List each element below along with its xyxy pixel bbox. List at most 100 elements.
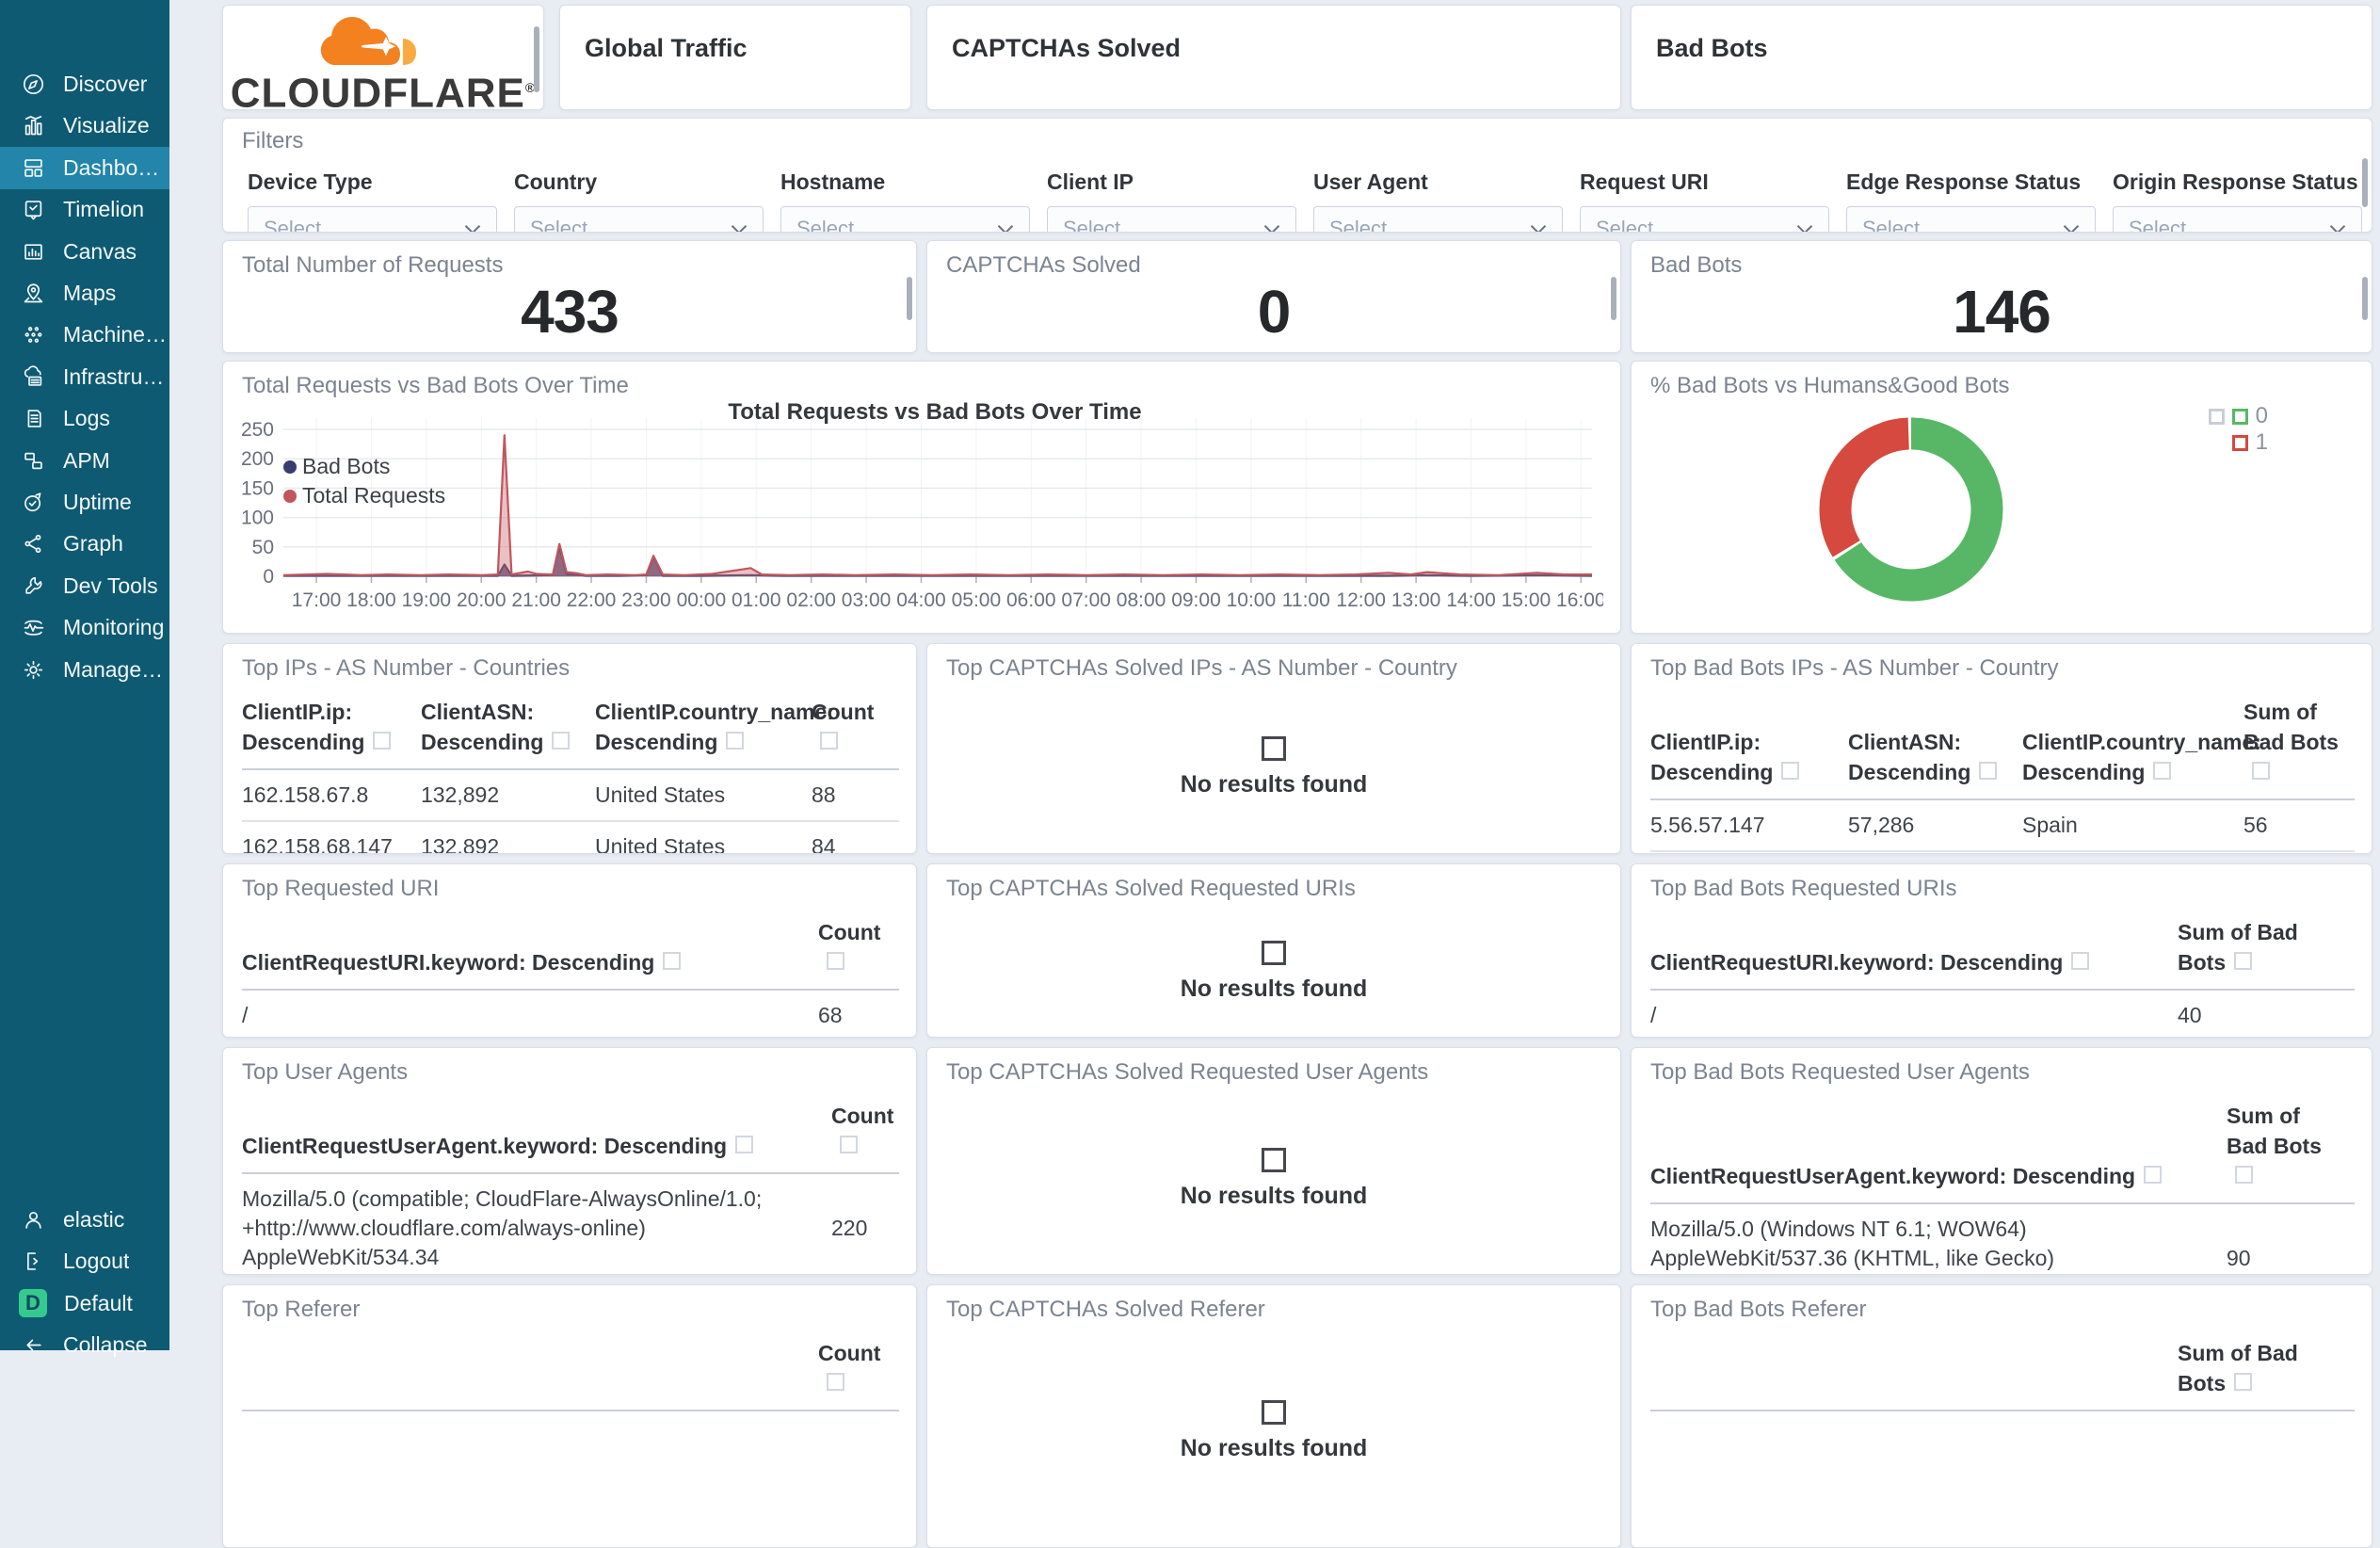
sidebar-item-dev-tools[interactable]: Dev Tools (0, 565, 169, 607)
logs-icon (27, 410, 41, 427)
column-header[interactable] (242, 1330, 818, 1411)
scrollbar-thumb[interactable] (1611, 277, 1616, 320)
svg-text:21:00: 21:00 (511, 589, 561, 611)
column-header[interactable]: Count (818, 1330, 899, 1411)
select-placeholder: Select... (264, 217, 339, 233)
sort-icon (1781, 762, 1800, 780)
column-header[interactable]: ClientRequestUserAgent.keyword: Descendi… (1650, 1093, 2227, 1204)
sort-icon (820, 732, 838, 750)
table-panel-ua-right: Top Bad Bots Requested User Agents Client… (1631, 1047, 2372, 1275)
filter-select-device-type[interactable]: Select... (248, 206, 497, 233)
legend-label: Bad Bots (302, 454, 391, 478)
filters-panel: Filters Device Type Select... Country Selec… (222, 118, 2372, 233)
sidebar-item-timelion[interactable]: Timelion (0, 188, 169, 231)
table-panel-uri-right: Top Bad Bots Requested URIs ClientRequest… (1631, 863, 2372, 1038)
filter-select-origin-response-status[interactable]: Select... (2113, 206, 2362, 232)
table-area: ClientRequestUserAgent.keyword: Descendi… (242, 1093, 899, 1274)
scrollbar-thumb[interactable] (534, 26, 539, 92)
scrollbar-thumb[interactable] (2362, 277, 2368, 320)
chevron-down-icon (1530, 224, 1547, 232)
column-header[interactable]: ClientIP.country_name: Descending (595, 689, 834, 770)
sort-icon (735, 1136, 754, 1153)
sidebar-item-infrastructure[interactable]: Infrastructure (0, 356, 169, 398)
sort-icon (2252, 762, 2270, 780)
column-header[interactable]: Sum of Bad Bots (2178, 1330, 2355, 1411)
uptime-icon (24, 492, 41, 512)
sidebar-footer-default[interactable]: D Default (0, 1282, 169, 1325)
table-cell: 220 (831, 1173, 899, 1274)
select-placeholder: Select... (1329, 217, 1405, 233)
svg-text:07:00: 07:00 (1061, 589, 1111, 611)
column-header[interactable]: ClientRequestUserAgent.keyword: Descendi… (242, 1093, 831, 1174)
graph-icon (24, 535, 41, 554)
sidebar-item-apm[interactable]: APM (0, 440, 169, 482)
column-header[interactable]: ClientIP.ip: Descending (242, 689, 421, 770)
legend-item-bad-bots[interactable]: Bad Bots (283, 452, 445, 481)
sidebar-item-logs[interactable]: Logs (0, 397, 169, 440)
filter-select-hostname[interactable]: Select... (780, 206, 1030, 233)
filter-label: Request URI (1580, 169, 1709, 194)
column-header[interactable]: ClientIP.country_name: Descending (2022, 689, 2261, 800)
sidebar-item-discover[interactable]: Discover (0, 63, 169, 105)
sidebar-item-management[interactable]: Management (0, 649, 169, 691)
filter-label: Client IP (1047, 169, 1134, 194)
sidebar-item-uptime[interactable]: Uptime (0, 481, 169, 524)
column-header[interactable]: ClientRequestURI.keyword: Descending (242, 910, 818, 991)
column-header[interactable]: Sum of Bad Bots (2178, 910, 2355, 991)
sidebar-footer-elastic[interactable]: elastic (0, 1199, 169, 1241)
donut-legend-item-0[interactable]: 0 (2201, 403, 2268, 429)
svg-text:00:00: 00:00 (677, 589, 727, 611)
filter-select-request-uri[interactable]: Select... (1580, 206, 1829, 232)
table-cell: 54 (2243, 851, 2355, 853)
table-cell: 14,061 (1848, 851, 2022, 853)
column-header[interactable] (1650, 1330, 2178, 1411)
legend-color-dot (283, 489, 297, 503)
sidebar-footer-collapse[interactable]: Collapse (0, 1324, 169, 1366)
legend-item-total-requests[interactable]: Total Requests (283, 481, 445, 510)
sidebar-item-visualize[interactable]: Visualize (0, 105, 169, 147)
chevron-down-icon (997, 224, 1014, 232)
table-area: Sum of Bad Bots (1650, 1330, 2355, 1411)
column-header[interactable]: Sum of Bad Bots (2243, 689, 2355, 800)
column-header[interactable]: ClientRequestURI.keyword: Descending (1650, 910, 2178, 991)
svg-text:100: 100 (241, 508, 274, 529)
column-header[interactable]: Count (818, 910, 899, 991)
filter-select-edge-response-status[interactable]: Select... (1846, 206, 2096, 232)
table-row: Mozilla/5.0 (Windows NT 6.1; WOW64) Appl… (1650, 1203, 2355, 1274)
donut-legend-item-1[interactable]: 1 (2201, 429, 2268, 456)
sidebar-item-label: Machine Le… (63, 322, 169, 347)
sidebar-item-monitoring[interactable]: Monitoring (0, 606, 169, 649)
sort-icon (663, 952, 682, 970)
data-table: ClientRequestUserAgent.keyword: Descendi… (1650, 1093, 2355, 1274)
sidebar-item-machine-le[interactable]: Machine Le… (0, 314, 169, 356)
filter-select-client-ip[interactable]: Select... (1047, 206, 1296, 232)
sidebar-item-canvas[interactable]: Canvas (0, 231, 169, 273)
filter-select-user-agent[interactable]: Select... (1313, 206, 1563, 233)
table-cell: United States (595, 821, 812, 853)
sidebar-item-dashboard[interactable]: Dashboard (0, 146, 169, 189)
sidebar-item-maps[interactable]: Maps (0, 272, 169, 314)
scrollbar-thumb[interactable] (907, 277, 912, 320)
table-area: ClientIP.ip: Descending ClientASN: Descen… (1650, 689, 2355, 853)
column-header[interactable]: Sum of Bad Bots (2227, 1093, 2355, 1204)
table-area: ClientRequestUserAgent.keyword: Descendi… (1650, 1093, 2355, 1274)
svg-text:18:00: 18:00 (346, 589, 396, 611)
select-placeholder: Select... (796, 217, 872, 233)
column-header[interactable]: Count (831, 1093, 899, 1174)
chevron-down-icon (731, 224, 748, 232)
sidebar-footer-logout[interactable]: Logout (0, 1240, 169, 1282)
column-header[interactable]: ClientASN: Descending (1848, 689, 2022, 800)
column-header[interactable]: ClientIP.ip: Descending (1650, 689, 1848, 800)
sidebar-item-graph[interactable]: Graph (0, 523, 169, 565)
column-header[interactable]: Count (812, 689, 899, 770)
sidebar-item-label: elastic (63, 1207, 125, 1232)
filter-label: Device Type (248, 169, 373, 194)
scrollbar-thumb[interactable] (2362, 158, 2368, 207)
filter-request-uri: Request URI Select... (1580, 169, 1829, 232)
filter-select-country[interactable]: Select... (514, 206, 764, 232)
svg-text:13:00: 13:00 (1391, 589, 1441, 611)
sidebar-item-label: Collapse (63, 1332, 148, 1358)
metric-panel-captchas-solved: CAPTCHAs Solved 0 (926, 240, 1621, 353)
chevron-down-icon (1796, 224, 1813, 232)
column-header[interactable]: ClientASN: Descending (421, 689, 595, 770)
